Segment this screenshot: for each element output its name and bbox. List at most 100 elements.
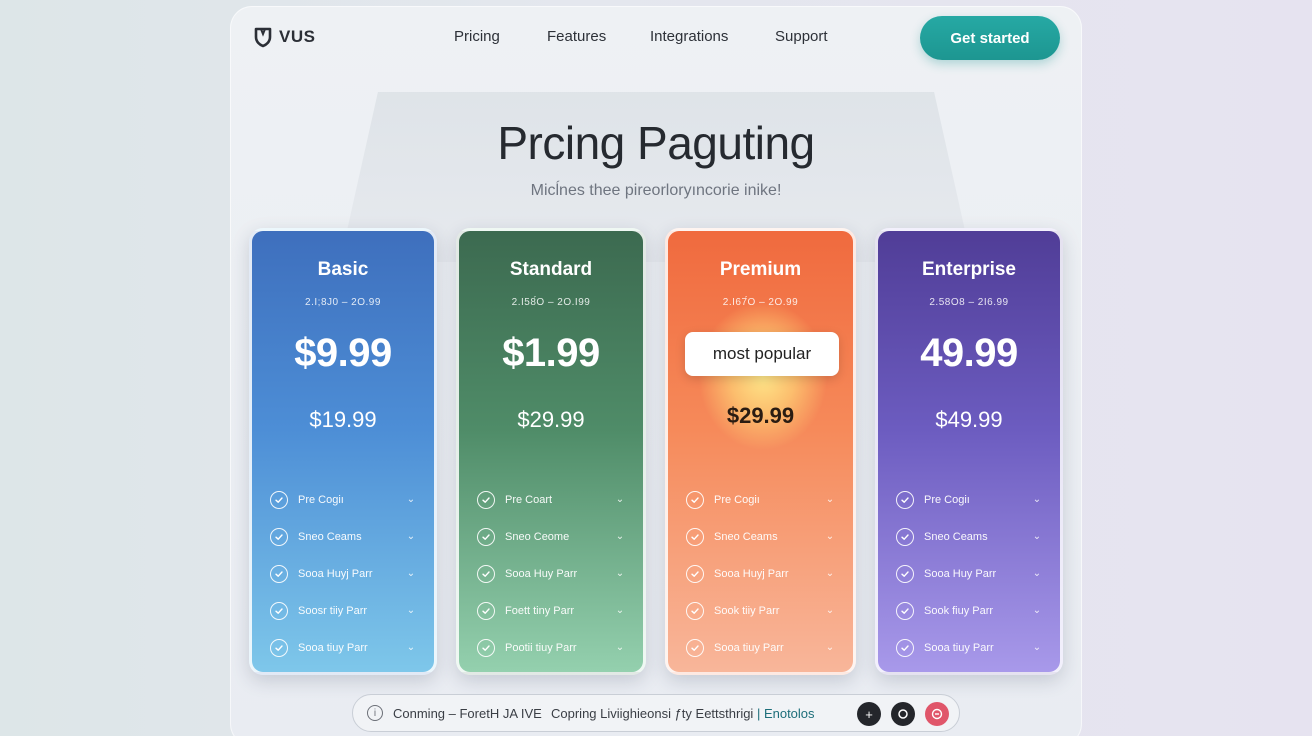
plan-range: 2.I67́O – 2O.99 (722, 297, 799, 308)
chevron-down-icon[interactable]: ⌄ (1032, 568, 1042, 579)
feature-item[interactable]: Sooa tiuy Parr ⌄ (686, 629, 835, 666)
plan-name: Premium (719, 259, 802, 280)
alert-button[interactable] (925, 702, 949, 726)
plan-range: 2.I;8J0 – 2O.99 (305, 297, 381, 308)
check-circle-icon (270, 490, 288, 509)
feature-item[interactable]: Sook tiiy Parr ⌄ (686, 592, 835, 629)
feature-item[interactable]: Sneo Ceams ⌄ (896, 518, 1042, 555)
status-link[interactable]: | Enotolos (757, 706, 815, 721)
feature-item[interactable]: Pre Coart ⌄ (477, 481, 625, 518)
chevron-down-icon[interactable]: ⌄ (825, 531, 835, 542)
feature-item[interactable]: Foett tiny Parr ⌄ (477, 592, 625, 629)
status-text: Conming – ForetH JA IVE (393, 706, 542, 721)
feature-item[interactable]: Sooa Huy Parr ⌄ (477, 555, 625, 592)
chevron-down-icon[interactable]: ⌄ (406, 568, 416, 579)
plan-card-premium[interactable]: Premium 2.I67́O – 2O.99 most popular $29… (665, 228, 856, 675)
check-circle-icon (896, 638, 914, 657)
feature-label: Pre Cogiı (924, 493, 970, 506)
check-circle-icon (896, 601, 914, 620)
plan-card-enterprise[interactable]: Enterprise 2.58O8 – 2I6.99 49.99 $49.99 … (875, 228, 1063, 675)
chevron-down-icon[interactable]: ⌄ (615, 531, 625, 542)
refresh-icon (898, 709, 908, 719)
chevron-down-icon[interactable]: ⌄ (615, 568, 625, 579)
feature-list: Pre Coart ⌄ Sneo Ceome ⌄ Sooa Huy Parr ⌄ Foett… (477, 481, 625, 666)
shield-logo-icon (254, 27, 272, 48)
chevron-down-icon[interactable]: ⌄ (1032, 494, 1042, 505)
feature-item[interactable]: Sooa tiuy Parr ⌄ (270, 629, 416, 666)
plan-card-basic[interactable]: Basic 2.I;8J0 – 2O.99 $9.99 $19.99 Pre C… (249, 228, 437, 675)
feature-list: Pre Cogiı ⌄ Sneo Ceams ⌄ Sooa Huyj Parr ⌄ Soos… (270, 481, 416, 666)
chevron-down-icon[interactable]: ⌄ (825, 605, 835, 616)
plan-alt-price: $19.99 (309, 407, 377, 432)
check-circle-icon (270, 527, 288, 546)
chevron-down-icon[interactable]: ⌄ (406, 531, 416, 542)
feature-label: Foett tiny Parr (505, 604, 575, 617)
chevron-down-icon[interactable]: ⌄ (825, 642, 835, 653)
logo[interactable]: VUS (253, 26, 315, 48)
feature-item[interactable]: Sneo Ceams ⌄ (686, 518, 835, 555)
chevron-down-icon[interactable]: ⌄ (1032, 605, 1042, 616)
nav-integrations[interactable]: Integrations (650, 28, 728, 45)
feature-label: Sooa Huyj Parr (714, 567, 789, 580)
chevron-down-icon[interactable]: ⌄ (406, 605, 416, 616)
feature-label: Pre Cogiı (714, 493, 760, 506)
chevron-down-icon[interactable]: ⌄ (825, 568, 835, 579)
check-circle-icon (270, 601, 288, 620)
feature-item[interactable]: Pre Cogiı ⌄ (270, 481, 416, 518)
logo-text: VUS (279, 27, 316, 46)
check-circle-icon (686, 527, 704, 546)
plus-button[interactable]: + (857, 702, 881, 726)
feature-item[interactable]: Pootii tiuy Parr ⌄ (477, 629, 625, 666)
feature-label: Sneo Ceams (298, 530, 362, 543)
get-started-button[interactable]: Get started (920, 16, 1060, 60)
feature-label: Sneo Ceams (714, 530, 778, 543)
feature-label: Sooa tiuy Parr (298, 641, 368, 654)
feature-item[interactable]: Sooa Huy Parr ⌄ (896, 555, 1042, 592)
feature-list: Pre Cogiı ⌄ Sneo Ceams ⌄ Sooa Huyj Parr ⌄ Sook… (686, 481, 835, 666)
chevron-down-icon[interactable]: ⌄ (1032, 531, 1042, 542)
chevron-down-icon[interactable]: ⌄ (825, 494, 835, 505)
plan-price: $1.99 (502, 331, 600, 375)
feature-item[interactable]: Sooa tiuy Parr ⌄ (896, 629, 1042, 666)
check-circle-icon (270, 638, 288, 657)
check-circle-icon (686, 638, 704, 657)
chevron-down-icon[interactable]: ⌄ (406, 642, 416, 653)
feature-item[interactable]: Sneo Ceams ⌄ (270, 518, 416, 555)
alert-icon (931, 708, 943, 720)
check-circle-icon (686, 601, 704, 620)
nav-pricing[interactable]: Pricing (454, 28, 500, 45)
chevron-down-icon[interactable]: ⌄ (1032, 642, 1042, 653)
plan-name: Standard (509, 259, 593, 280)
check-circle-icon (477, 490, 495, 509)
info-icon[interactable]: i (367, 705, 383, 721)
feature-item[interactable]: Pre Cogiı ⌄ (896, 481, 1042, 518)
check-circle-icon (896, 527, 914, 546)
page-subtitle: Micĺnes thee pireorloryıncorie inike! (530, 182, 782, 199)
feature-label: Sooa tiuy Parr (924, 641, 994, 654)
plan-card-standard[interactable]: Standard 2.I58́O – 2O.I99 $1.99 $29.99 P… (456, 228, 646, 675)
chevron-down-icon[interactable]: ⌄ (615, 494, 625, 505)
check-circle-icon (896, 564, 914, 583)
feature-item[interactable]: Sooa Huyj Parr ⌄ (686, 555, 835, 592)
check-circle-icon (477, 601, 495, 620)
chevron-down-icon[interactable]: ⌄ (615, 605, 625, 616)
chevron-down-icon[interactable]: ⌄ (406, 494, 416, 505)
feature-item[interactable]: Sooa Huyj Parr ⌄ (270, 555, 416, 592)
plan-alt-price: $29.99 (726, 403, 795, 428)
feature-list: Pre Cogiı ⌄ Sneo Ceams ⌄ Sooa Huy Parr ⌄ Sook … (896, 481, 1042, 666)
feature-label: Pre Coart (505, 493, 553, 506)
feature-item[interactable]: Soosr tiiy Parr ⌄ (270, 592, 416, 629)
feature-label: Pre Cogiı (298, 493, 344, 506)
nav-features[interactable]: Features (547, 28, 606, 45)
most-popular-badge: most popular (685, 332, 839, 376)
check-circle-icon (477, 527, 495, 546)
feature-item[interactable]: Sook fiuy Parr ⌄ (896, 592, 1042, 629)
nav-support[interactable]: Support (775, 28, 828, 45)
feature-item[interactable]: Sneo Ceome ⌄ (477, 518, 625, 555)
plan-range: 2.I58́O – 2O.I99 (511, 297, 591, 308)
chevron-down-icon[interactable]: ⌄ (615, 642, 625, 653)
feature-item[interactable]: Pre Cogiı ⌄ (686, 481, 835, 518)
refresh-button[interactable] (891, 702, 915, 726)
feature-label: Sooa Huyj Parr (298, 567, 373, 580)
check-circle-icon (477, 638, 495, 657)
